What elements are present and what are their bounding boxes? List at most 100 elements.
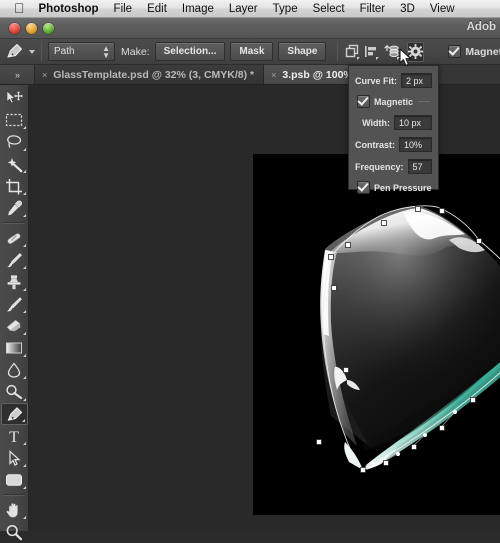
- tool-more-corner-icon: [23, 266, 26, 269]
- tool-more-corner-icon: [23, 442, 26, 445]
- history-brush-tool[interactable]: [1, 293, 28, 315]
- frequency-input[interactable]: 57: [408, 159, 432, 174]
- dodge-tool[interactable]: [1, 381, 28, 403]
- frequency-row: Frequency: 57: [355, 158, 432, 175]
- move-tool[interactable]: [1, 87, 28, 109]
- pen-tool-options-popup[interactable]: Curve Fit: 2 px Magnetic Width: 10 px Co…: [348, 65, 439, 190]
- tool-more-corner-icon: [23, 310, 26, 313]
- menu-item-image[interactable]: Image: [182, 3, 214, 15]
- make-selection-button[interactable]: Selection...: [155, 42, 226, 61]
- frequency-label: Frequency:: [355, 162, 404, 172]
- tool-more-corner-icon: [23, 486, 26, 489]
- tool-more-corner-icon: [23, 332, 26, 335]
- tab-label: GlassTemplate.psd @ 32% (3, CMYK/8) *: [53, 69, 254, 81]
- window-zoom-button[interactable]: [43, 23, 54, 34]
- path-mode-value: Path: [54, 46, 75, 57]
- healing-brush-tool[interactable]: [1, 227, 28, 249]
- menu-item-photoshop[interactable]: Photoshop: [39, 3, 99, 15]
- eraser-tool[interactable]: [1, 315, 28, 337]
- contrast-label: Contrast:: [355, 140, 395, 150]
- mac-menu-bar:  Photoshop File Edit Image Layer Type S…: [0, 0, 500, 18]
- pen-tool[interactable]: [1, 403, 28, 425]
- menu-item-file[interactable]: File: [114, 3, 133, 15]
- tool-more-corner-icon: [23, 244, 26, 247]
- lasso-tool[interactable]: [1, 131, 28, 153]
- options-divider-2: [337, 43, 338, 61]
- menu-item-select[interactable]: Select: [313, 3, 345, 15]
- apple-logo-icon[interactable]: : [14, 1, 25, 15]
- type-tool[interactable]: T: [1, 425, 28, 447]
- application-title: Adob: [467, 21, 496, 33]
- width-input[interactable]: 10 px: [394, 115, 432, 130]
- crop-tool[interactable]: [1, 175, 28, 197]
- menu-item-layer[interactable]: Layer: [229, 3, 258, 15]
- clone-stamp-tool[interactable]: [1, 271, 28, 293]
- magnetic-option-checkbox[interactable]: [357, 95, 370, 108]
- path-mode-select[interactable]: Path ▲▼: [48, 42, 115, 61]
- eyedropper-tool[interactable]: [1, 197, 28, 219]
- zoom-tool[interactable]: [1, 521, 28, 543]
- separator-rule: [418, 101, 430, 102]
- pen-pressure-row[interactable]: Pen Pressure: [355, 180, 432, 195]
- tab-close-icon[interactable]: ×: [42, 70, 47, 80]
- tool-more-corner-icon: [23, 214, 26, 217]
- tool-preset-chevron-down-icon[interactable]: [29, 50, 35, 54]
- menu-item-3d[interactable]: 3D: [400, 3, 415, 15]
- brush-tool[interactable]: [1, 249, 28, 271]
- panel-expander-button[interactable]: »: [0, 65, 35, 84]
- make-mask-button[interactable]: Mask: [230, 42, 273, 61]
- pen-pressure-checkbox[interactable]: [357, 181, 370, 194]
- window-close-button[interactable]: [9, 23, 20, 34]
- tool-more-corner-icon: [23, 288, 26, 291]
- make-label: Make:: [121, 46, 150, 58]
- svg-text:T: T: [9, 429, 19, 444]
- options-divider: [41, 43, 42, 61]
- window-minimize-button[interactable]: [26, 23, 37, 34]
- toolbar-divider: [4, 222, 24, 224]
- path-selection-tool[interactable]: [1, 447, 28, 469]
- menu-item-edit[interactable]: Edit: [147, 3, 167, 15]
- pen-tool-icon[interactable]: [5, 42, 24, 62]
- quick-selection-tool[interactable]: [1, 153, 28, 175]
- blur-tool[interactable]: [1, 359, 28, 381]
- tool-more-corner-icon: [23, 192, 26, 195]
- magnetic-checkbox[interactable]: [448, 45, 461, 58]
- menu-item-type[interactable]: Type: [273, 3, 298, 15]
- path-operations-icon[interactable]: [344, 42, 361, 62]
- rectangular-marquee-tool[interactable]: [1, 109, 28, 131]
- magnetic-label: Magnetic: [465, 46, 500, 58]
- pen-pressure-label: Pen Pressure: [374, 183, 432, 193]
- tool-more-corner-icon: [23, 516, 26, 519]
- curve-fit-row: Curve Fit: 2 px: [355, 72, 432, 89]
- tool-more-corner-icon: [23, 126, 26, 129]
- stepper-chevron-icon: ▲▼: [102, 45, 110, 59]
- menu-item-filter[interactable]: Filter: [360, 3, 386, 15]
- tab-glasstemplate[interactable]: × GlassTemplate.psd @ 32% (3, CMYK/8) *: [35, 65, 264, 84]
- contrast-row: Contrast: 10%: [355, 136, 432, 153]
- tool-more-corner-icon: [23, 464, 26, 467]
- magnetic-option-row[interactable]: Magnetic: [355, 94, 432, 109]
- tools-panel: T: [0, 85, 29, 531]
- path-alignment-icon[interactable]: [363, 42, 380, 62]
- gear-icon[interactable]: [407, 42, 424, 62]
- tool-more-corner-icon: [23, 376, 26, 379]
- path-arrangement-icon[interactable]: [382, 42, 401, 62]
- make-shape-button[interactable]: Shape: [278, 42, 326, 61]
- tab-close-icon[interactable]: ×: [271, 70, 276, 80]
- magnetic-option-label: Magnetic: [374, 97, 413, 107]
- image-canvas[interactable]: [253, 154, 500, 515]
- width-row: Width: 10 px: [355, 114, 432, 131]
- width-label: Width:: [362, 118, 390, 128]
- curve-fit-label: Curve Fit:: [355, 76, 397, 86]
- curve-fit-input[interactable]: 2 px: [401, 73, 432, 88]
- tool-more-corner-icon: [23, 398, 26, 401]
- application-title-bar: Adob: [0, 18, 500, 39]
- chevron-right-double-icon: »: [15, 70, 19, 80]
- gradient-tool[interactable]: [1, 337, 28, 359]
- menu-item-view[interactable]: View: [430, 3, 455, 15]
- contrast-input[interactable]: 10%: [399, 137, 432, 152]
- magnetic-checkbox-group[interactable]: Magnetic: [448, 45, 500, 58]
- rectangle-tool[interactable]: [1, 469, 28, 491]
- hand-tool[interactable]: [1, 499, 28, 521]
- options-bar: Path ▲▼ Make: Selection... Mask Shape: [0, 39, 500, 65]
